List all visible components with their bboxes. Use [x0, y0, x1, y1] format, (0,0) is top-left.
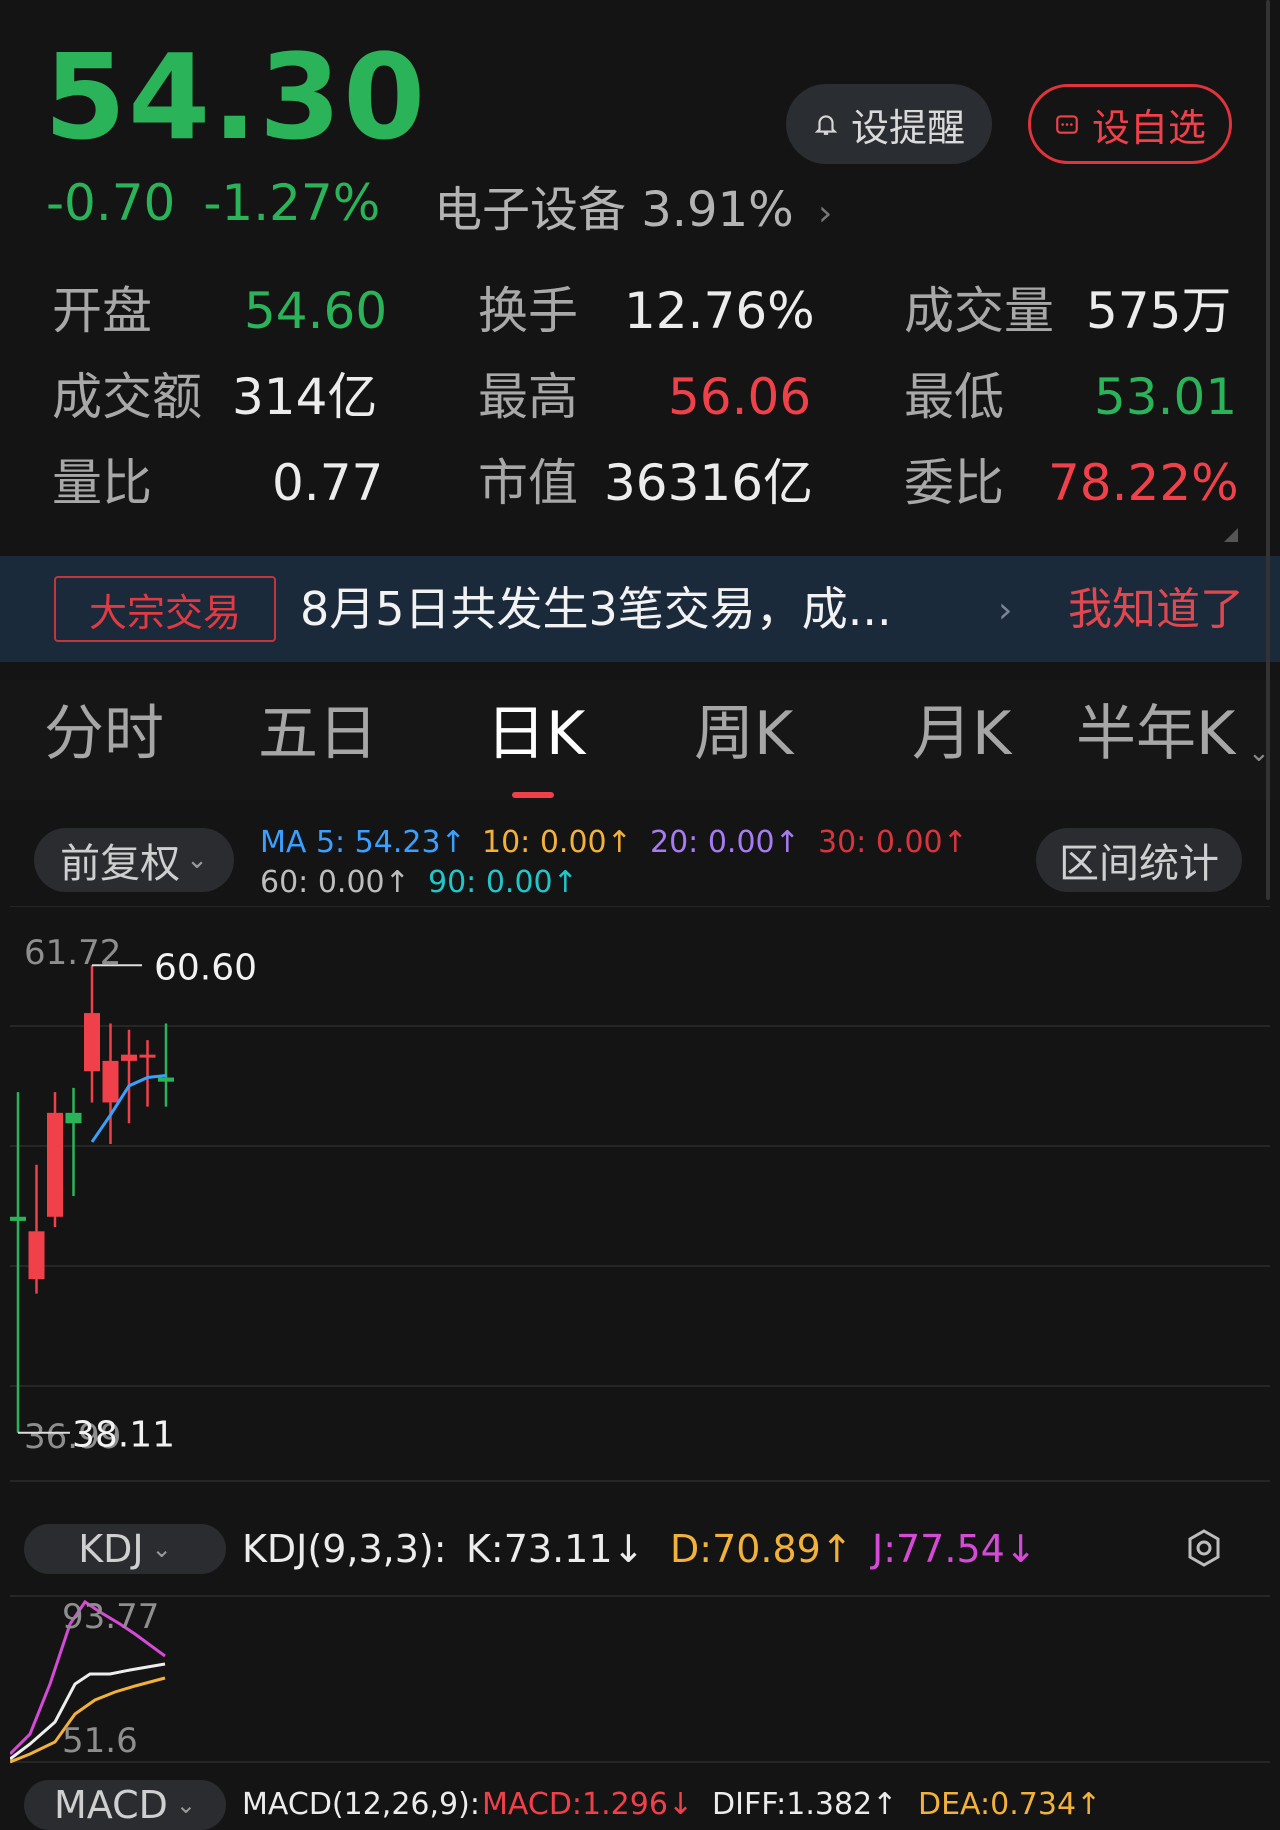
watchlist-icon: [1056, 115, 1078, 134]
tab-weekly-k[interactable]: 周K: [694, 704, 793, 764]
macd-dea-value: DEA:0.734↑: [918, 1787, 1102, 1822]
axis-top-label: 61.72: [24, 933, 121, 973]
stat-amount-label: 成交额: [52, 368, 202, 426]
macd-label: MACD: [53, 1783, 168, 1827]
dismiss-banner-button[interactable]: 我知道了: [1068, 585, 1244, 634]
add-watchlist-button[interactable]: 设自选: [1028, 84, 1232, 164]
chevron-right-icon[interactable]: ›: [998, 590, 1012, 631]
macd-value: MACD:1.296↓: [482, 1787, 694, 1822]
tab-monthly-k[interactable]: 月K: [912, 704, 1011, 764]
candlestick-chart[interactable]: 61.72 36.99 60.60 38.11: [10, 906, 1270, 1482]
stat-vol-ratio-label: 量比: [52, 454, 152, 512]
set-alert-label: 设提醒: [850, 105, 965, 150]
candles: [10, 965, 174, 1433]
settings-icon[interactable]: [1184, 1528, 1224, 1568]
ma5-value: MA 5: 54.23↑: [260, 825, 466, 860]
tab-five-day[interactable]: 五日: [258, 704, 378, 764]
tab-intraday[interactable]: 分时: [44, 704, 164, 764]
kdj-label: KDJ: [78, 1527, 144, 1571]
kdj-d-value: D:70.89↑: [670, 1527, 853, 1571]
tab-daily-k[interactable]: 日K: [486, 704, 585, 764]
candle-body: [10, 1216, 26, 1221]
kdj-k-value: K:73.11↓: [466, 1527, 645, 1571]
kdj-bottom-label: 51.6: [62, 1721, 138, 1761]
stat-volume-label: 成交量: [904, 282, 1054, 340]
macd-dif-value: DIFF:1.382↑: [712, 1787, 898, 1822]
candle-body: [121, 1054, 137, 1061]
add-watchlist-label: 设自选: [1091, 105, 1206, 150]
stat-low-value: 53.01: [1094, 368, 1238, 426]
stat-order-ratio-value: 78.22%: [1048, 454, 1239, 512]
min-marker-label: 38.11: [72, 1415, 175, 1456]
stat-open-label: 开盘: [52, 282, 152, 340]
block-trade-text[interactable]: 8月5日共发生3笔交易，成...: [300, 584, 892, 635]
stat-mktcap-value: 36316亿: [604, 454, 814, 512]
macd-indicator-dropdown[interactable]: MACD ⌄: [24, 1780, 226, 1830]
candle-body: [158, 1077, 174, 1082]
ma10-value: 10: 0.00↑: [482, 825, 632, 860]
chevron-down-icon: ⌄: [151, 1535, 172, 1563]
ma20-value: 20: 0.00↑: [650, 825, 800, 860]
range-stats-button[interactable]: 区间统计: [1036, 828, 1242, 892]
page-scrollbar[interactable]: [1266, 0, 1270, 900]
stat-high-label: 最高: [478, 368, 578, 426]
stat-turnover-label: 换手: [478, 282, 578, 340]
ma90-value: 90: 0.00↑: [428, 865, 578, 900]
stat-turnover-value: 12.76%: [624, 282, 815, 340]
price-change-row: -0.70 -1.27%: [46, 178, 408, 228]
tab-half-year-k[interactable]: 半年K: [1076, 704, 1235, 764]
kdj-j-value: J:77.54↓: [872, 1527, 1037, 1571]
current-price: 54.30: [44, 28, 428, 166]
price-change-percent: -1.27%: [203, 174, 381, 232]
sector-link[interactable]: 电子设备 3.91%: [434, 186, 794, 234]
candle-body: [84, 1013, 100, 1072]
stat-high-value: 56.06: [668, 368, 812, 426]
stat-order-ratio-label: 委比: [904, 454, 1004, 512]
price-adjust-dropdown[interactable]: 前复权 ⌄: [34, 828, 234, 892]
candle-body: [139, 1054, 156, 1058]
chevron-down-icon: ⌄: [186, 845, 208, 875]
stat-open-value: 54.60: [244, 282, 388, 340]
candle-body: [28, 1231, 45, 1280]
price-adjust-label: 前复权: [60, 841, 181, 887]
candle-body: [65, 1112, 82, 1124]
stat-low-label: 最低: [904, 368, 1004, 426]
ma60-value: 60: 0.00↑: [260, 865, 410, 900]
ma30-value: 30: 0.00↑: [818, 825, 968, 860]
expand-corner-icon[interactable]: [1224, 528, 1238, 542]
chevron-down-icon: ⌄: [175, 1791, 197, 1819]
chart-grid: [10, 906, 1270, 1482]
kdj-top-label: 93.77: [62, 1597, 159, 1637]
stat-volume-value: 575万: [1086, 282, 1232, 340]
set-alert-button[interactable]: 设提醒: [786, 84, 992, 164]
block-trade-tag: 大宗交易: [54, 576, 276, 642]
active-tab-indicator: [512, 792, 554, 798]
stat-vol-ratio-value: 0.77: [272, 454, 384, 512]
max-marker-label: 60.60: [154, 947, 257, 988]
kdj-chart[interactable]: 93.77 51.6: [10, 1594, 1270, 1764]
candle-body: [47, 1112, 63, 1217]
stat-amount-value: 314亿: [232, 368, 378, 426]
candle-body: [102, 1060, 119, 1103]
chevron-right-icon: ›: [818, 193, 833, 234]
bell-icon: [814, 115, 838, 135]
price-change: -0.70: [46, 174, 176, 232]
kdj-params: KDJ(9,3,3):: [242, 1527, 447, 1571]
kdj-indicator-dropdown[interactable]: KDJ ⌄: [24, 1524, 226, 1574]
macd-params: MACD(12,26,9):: [242, 1787, 480, 1822]
stat-mktcap-label: 市值: [478, 454, 578, 512]
